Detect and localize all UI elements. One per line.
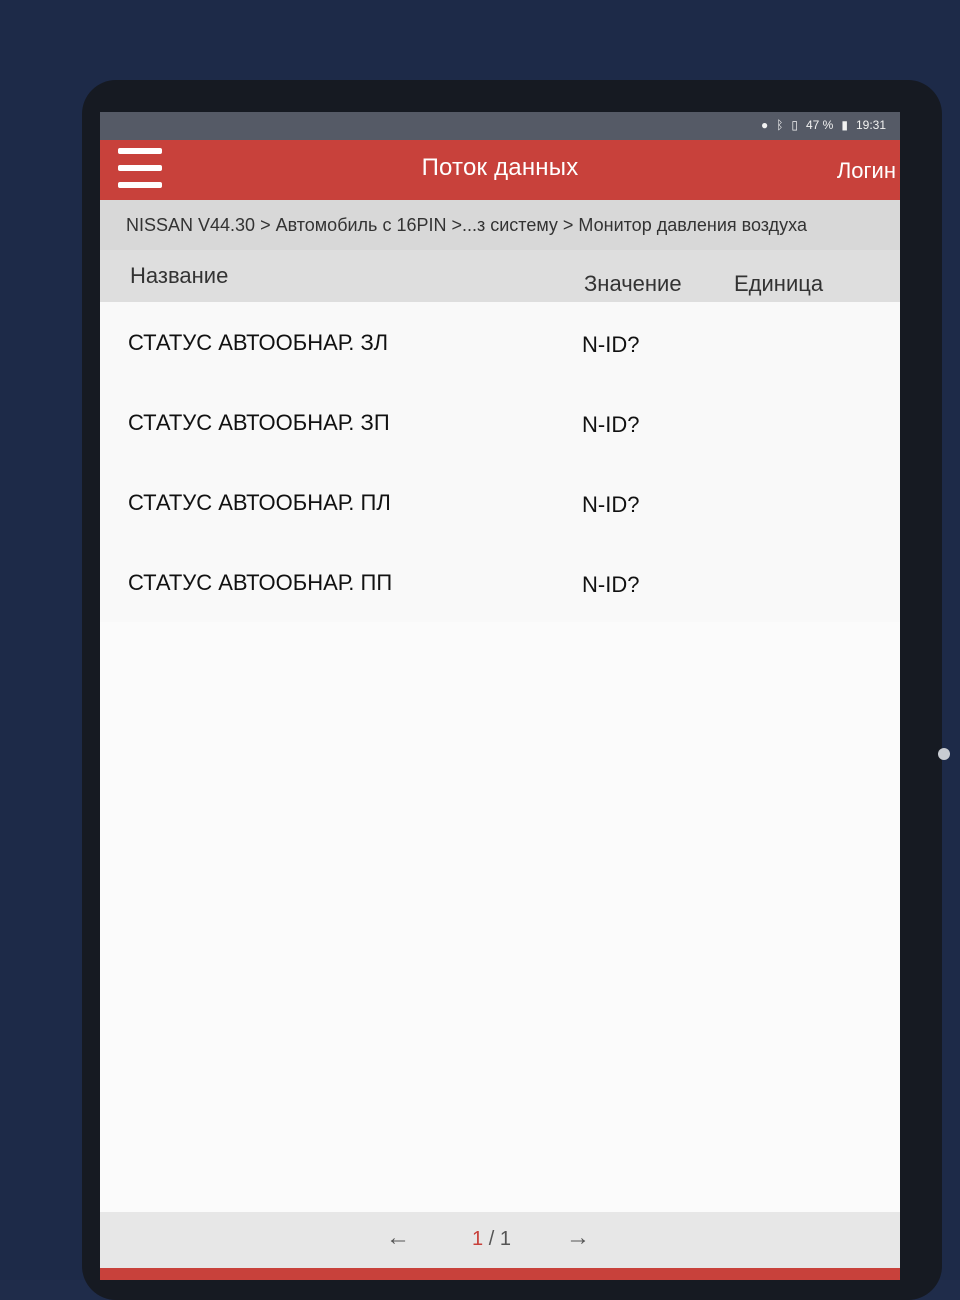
page-separator: /	[488, 1228, 495, 1250]
column-header-value: Значение	[584, 271, 682, 296]
table-empty-area	[100, 622, 900, 1212]
menu-icon-line	[118, 182, 162, 188]
row-value: N-ID?	[582, 572, 640, 597]
row-value: N-ID?	[582, 492, 640, 517]
table-row[interactable]: СТАТУС АВТООБНАР. ПЛ N-ID?	[100, 462, 900, 543]
vibrate-icon: ▯	[791, 118, 798, 132]
table-row[interactable]: СТАТУС АВТООБНАР. ЗП N-ID?	[100, 382, 900, 463]
row-name: СТАТУС АВТООБНАР. ЗЛ	[128, 330, 389, 355]
row-value: N-ID?	[582, 332, 640, 357]
row-name: СТАТУС АВТООБНАР. ЗП	[128, 410, 390, 435]
battery-percent: 47 %	[806, 118, 834, 132]
total-pages: 1	[499, 1228, 511, 1250]
status-right: ● ᛒ ▯ 47 % ▮ 19:31	[761, 118, 886, 132]
battery-icon: ▮	[841, 118, 848, 132]
arrow-right-icon[interactable]: →	[566, 1224, 590, 1252]
app-bar: Поток данных Логин	[100, 140, 900, 200]
tablet-screen: ● ᛒ ▯ 47 % ▮ 19:31 Поток данных Логин NI…	[100, 112, 900, 1280]
page-title: Поток данных	[421, 154, 579, 181]
login-button[interactable]: Логин	[837, 158, 896, 184]
row-value: N-ID?	[582, 412, 640, 437]
status-bar: ● ᛒ ▯ 47 % ▮ 19:31	[100, 112, 900, 140]
bluetooth-icon: ᛒ	[776, 118, 784, 132]
table-row[interactable]: СТАТУС АВТООБНАР. ЗЛ N-ID?	[100, 302, 900, 383]
row-name: СТАТУС АВТООБНАР. ПЛ	[128, 490, 391, 515]
arrow-left-icon[interactable]: ←	[386, 1224, 410, 1252]
column-header-name: Название	[130, 263, 229, 288]
current-page: 1	[472, 1228, 484, 1250]
bottom-toolbar	[100, 1268, 900, 1280]
row-name: СТАТУС АВТООБНАР. ПП	[128, 570, 393, 595]
hardware-button	[938, 748, 950, 760]
location-icon: ●	[760, 118, 769, 132]
page-indicator: 1 / 1	[472, 1228, 511, 1251]
pagination-bar: ← 1 / 1 →	[100, 1212, 900, 1268]
table-header: Название Значение Единица	[100, 250, 900, 302]
table-row[interactable]: СТАТУС АВТООБНАР. ПП N-ID?	[100, 542, 900, 623]
status-time: 19:31	[855, 118, 886, 132]
breadcrumb: NISSAN V44.30 > Автомобиль с 16PIN >...з…	[100, 200, 900, 250]
column-header-unit: Единица	[734, 271, 824, 296]
